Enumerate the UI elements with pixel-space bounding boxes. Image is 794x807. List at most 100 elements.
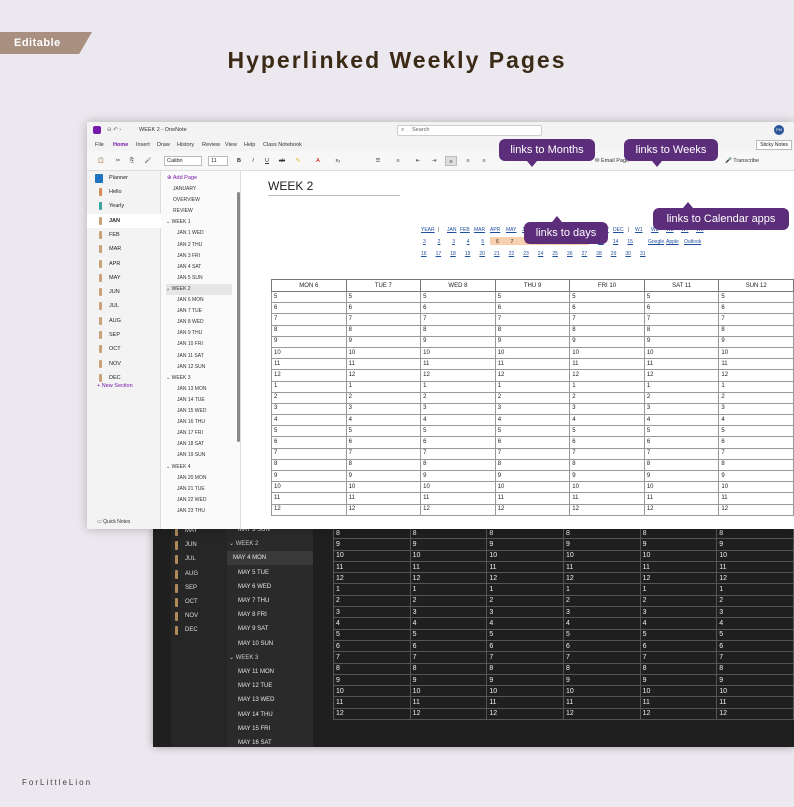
hour-cell[interactable]: 12 xyxy=(494,369,571,382)
dark-page-item[interactable]: ⌄ WEEK 3 xyxy=(229,651,258,665)
hour-cell[interactable]: 7 xyxy=(409,651,488,664)
hour-cell[interactable]: 12 xyxy=(409,707,488,721)
hour-cell[interactable]: 11 xyxy=(716,560,794,574)
hour-cell[interactable]: 10 xyxy=(494,346,571,360)
hour-cell[interactable]: 1 xyxy=(716,583,794,596)
hour-cell[interactable]: 9 xyxy=(494,335,571,348)
month-link[interactable]: MAY xyxy=(506,227,516,233)
hour-cell[interactable]: 2 xyxy=(569,391,645,404)
outdent-icon[interactable]: ⇤ xyxy=(413,156,423,166)
hour-cell[interactable]: 7 xyxy=(345,313,422,326)
hour-cell[interactable]: 5 xyxy=(345,290,422,304)
dark-section-aug[interactable]: AUG xyxy=(171,567,227,581)
hour-cell[interactable]: 8 xyxy=(716,527,794,540)
day-link[interactable]: 30 xyxy=(625,251,631,257)
hour-cell[interactable]: 5 xyxy=(718,425,794,438)
day-link[interactable]: 7 xyxy=(510,239,514,245)
hour-cell[interactable]: 3 xyxy=(643,402,720,416)
hour-cell[interactable]: 12 xyxy=(716,707,794,721)
calendar-app-link-outlook[interactable]: Outlook xyxy=(684,239,701,245)
dark-page-item[interactable]: MAY 11 MON xyxy=(238,665,274,679)
hour-cell[interactable]: 6 xyxy=(271,436,347,449)
month-link[interactable]: JAN xyxy=(447,227,456,233)
hour-cell[interactable]: 5 xyxy=(420,425,496,438)
hour-cell[interactable]: 7 xyxy=(494,313,571,326)
page-item[interactable]: JAN 14 TUE xyxy=(177,395,205,406)
hour-cell[interactable]: 10 xyxy=(271,346,347,360)
hour-cell[interactable]: 2 xyxy=(333,594,411,608)
page-item[interactable]: ⌄ WEEK 2 xyxy=(166,283,232,295)
hour-cell[interactable]: 10 xyxy=(486,685,564,698)
hour-cell[interactable]: 7 xyxy=(718,313,794,326)
format-painter-icon[interactable]: 🖌 xyxy=(143,156,153,166)
hour-cell[interactable]: 12 xyxy=(639,707,718,721)
hour-cell[interactable]: 11 xyxy=(345,492,422,505)
hour-cell[interactable]: 6 xyxy=(333,639,411,653)
hour-cell[interactable]: 9 xyxy=(420,335,496,348)
hour-cell[interactable]: 9 xyxy=(569,335,645,348)
hour-cell[interactable]: 6 xyxy=(718,302,794,315)
dark-page-item[interactable]: MAY 4 MON xyxy=(227,551,313,566)
hour-cell[interactable]: 10 xyxy=(718,481,794,494)
dark-page-item[interactable]: MAY 10 SUN xyxy=(238,637,273,651)
page-item[interactable]: JAN 7 TUE xyxy=(177,306,202,317)
hour-cell[interactable]: 4 xyxy=(333,617,411,630)
hour-cell[interactable]: 10 xyxy=(562,549,641,562)
hour-cell[interactable]: 7 xyxy=(271,313,347,326)
page-item[interactable]: JAN 9 THU xyxy=(177,328,202,339)
hour-cell[interactable]: 7 xyxy=(420,447,496,460)
hour-cell[interactable]: 11 xyxy=(409,696,488,709)
hour-cell[interactable]: 11 xyxy=(420,492,496,505)
page-item[interactable]: JAN 13 MON xyxy=(177,384,206,395)
copy-icon[interactable]: ⎘ xyxy=(127,156,137,166)
hour-cell[interactable]: 8 xyxy=(569,324,645,337)
hour-cell[interactable]: 2 xyxy=(486,594,564,608)
hour-cell[interactable]: 6 xyxy=(345,436,422,449)
day-link[interactable]: 5 xyxy=(481,239,484,245)
day-link[interactable]: 21 xyxy=(494,251,500,257)
hour-cell[interactable]: 8 xyxy=(271,324,347,337)
hour-cell[interactable]: 2 xyxy=(562,594,641,608)
hour-cell[interactable]: 8 xyxy=(494,324,571,337)
section-may[interactable]: MAY xyxy=(87,271,161,285)
hour-cell[interactable]: 12 xyxy=(486,572,564,585)
hour-cell[interactable]: 10 xyxy=(494,481,571,494)
section-yearly[interactable]: Yearly xyxy=(87,199,161,213)
hour-cell[interactable]: 4 xyxy=(718,414,794,427)
hour-cell[interactable]: 10 xyxy=(718,346,794,360)
menu-review[interactable]: Review xyxy=(202,139,220,151)
hour-cell[interactable]: 5 xyxy=(271,425,347,438)
day-link[interactable]: 15 xyxy=(627,239,633,245)
hour-cell[interactable]: 11 xyxy=(345,358,422,371)
hour-cell[interactable]: 3 xyxy=(271,402,347,416)
page-item[interactable]: JAN 23 THU xyxy=(177,506,205,517)
hour-cell[interactable]: 9 xyxy=(569,469,645,483)
hour-cell[interactable]: 10 xyxy=(643,481,720,494)
hour-cell[interactable]: 11 xyxy=(716,696,794,709)
hour-cell[interactable]: 7 xyxy=(639,651,718,664)
section-dec[interactable]: DEC xyxy=(87,371,161,385)
hour-cell[interactable]: 5 xyxy=(639,628,718,641)
hour-cell[interactable]: 2 xyxy=(716,594,794,608)
hour-cell[interactable]: 9 xyxy=(716,673,794,687)
hour-cell[interactable]: 11 xyxy=(271,358,347,371)
hour-cell[interactable]: 8 xyxy=(345,324,422,337)
hour-cell[interactable]: 8 xyxy=(486,662,564,675)
hour-cell[interactable]: 6 xyxy=(569,436,645,449)
day-link[interactable]: 31 xyxy=(640,251,646,257)
day-link[interactable]: 2 xyxy=(438,239,441,245)
day-link[interactable]: 22 xyxy=(509,251,515,257)
page-list-scrollbar[interactable] xyxy=(237,192,240,442)
hour-cell[interactable]: 3 xyxy=(333,606,411,619)
hour-cell[interactable]: 4 xyxy=(271,414,347,427)
hour-cell[interactable]: 10 xyxy=(716,685,794,698)
bold-button[interactable]: B xyxy=(235,156,243,166)
hour-cell[interactable]: 10 xyxy=(569,346,645,360)
hour-cell[interactable]: 3 xyxy=(718,402,794,416)
hour-cell[interactable]: 1 xyxy=(486,583,564,596)
day-link[interactable]: 29 xyxy=(611,251,617,257)
hour-cell[interactable]: 6 xyxy=(494,302,571,315)
day-link[interactable]: 14 xyxy=(613,239,619,245)
section-oct[interactable]: OCT xyxy=(87,342,161,356)
hour-cell[interactable]: 5 xyxy=(333,628,411,641)
